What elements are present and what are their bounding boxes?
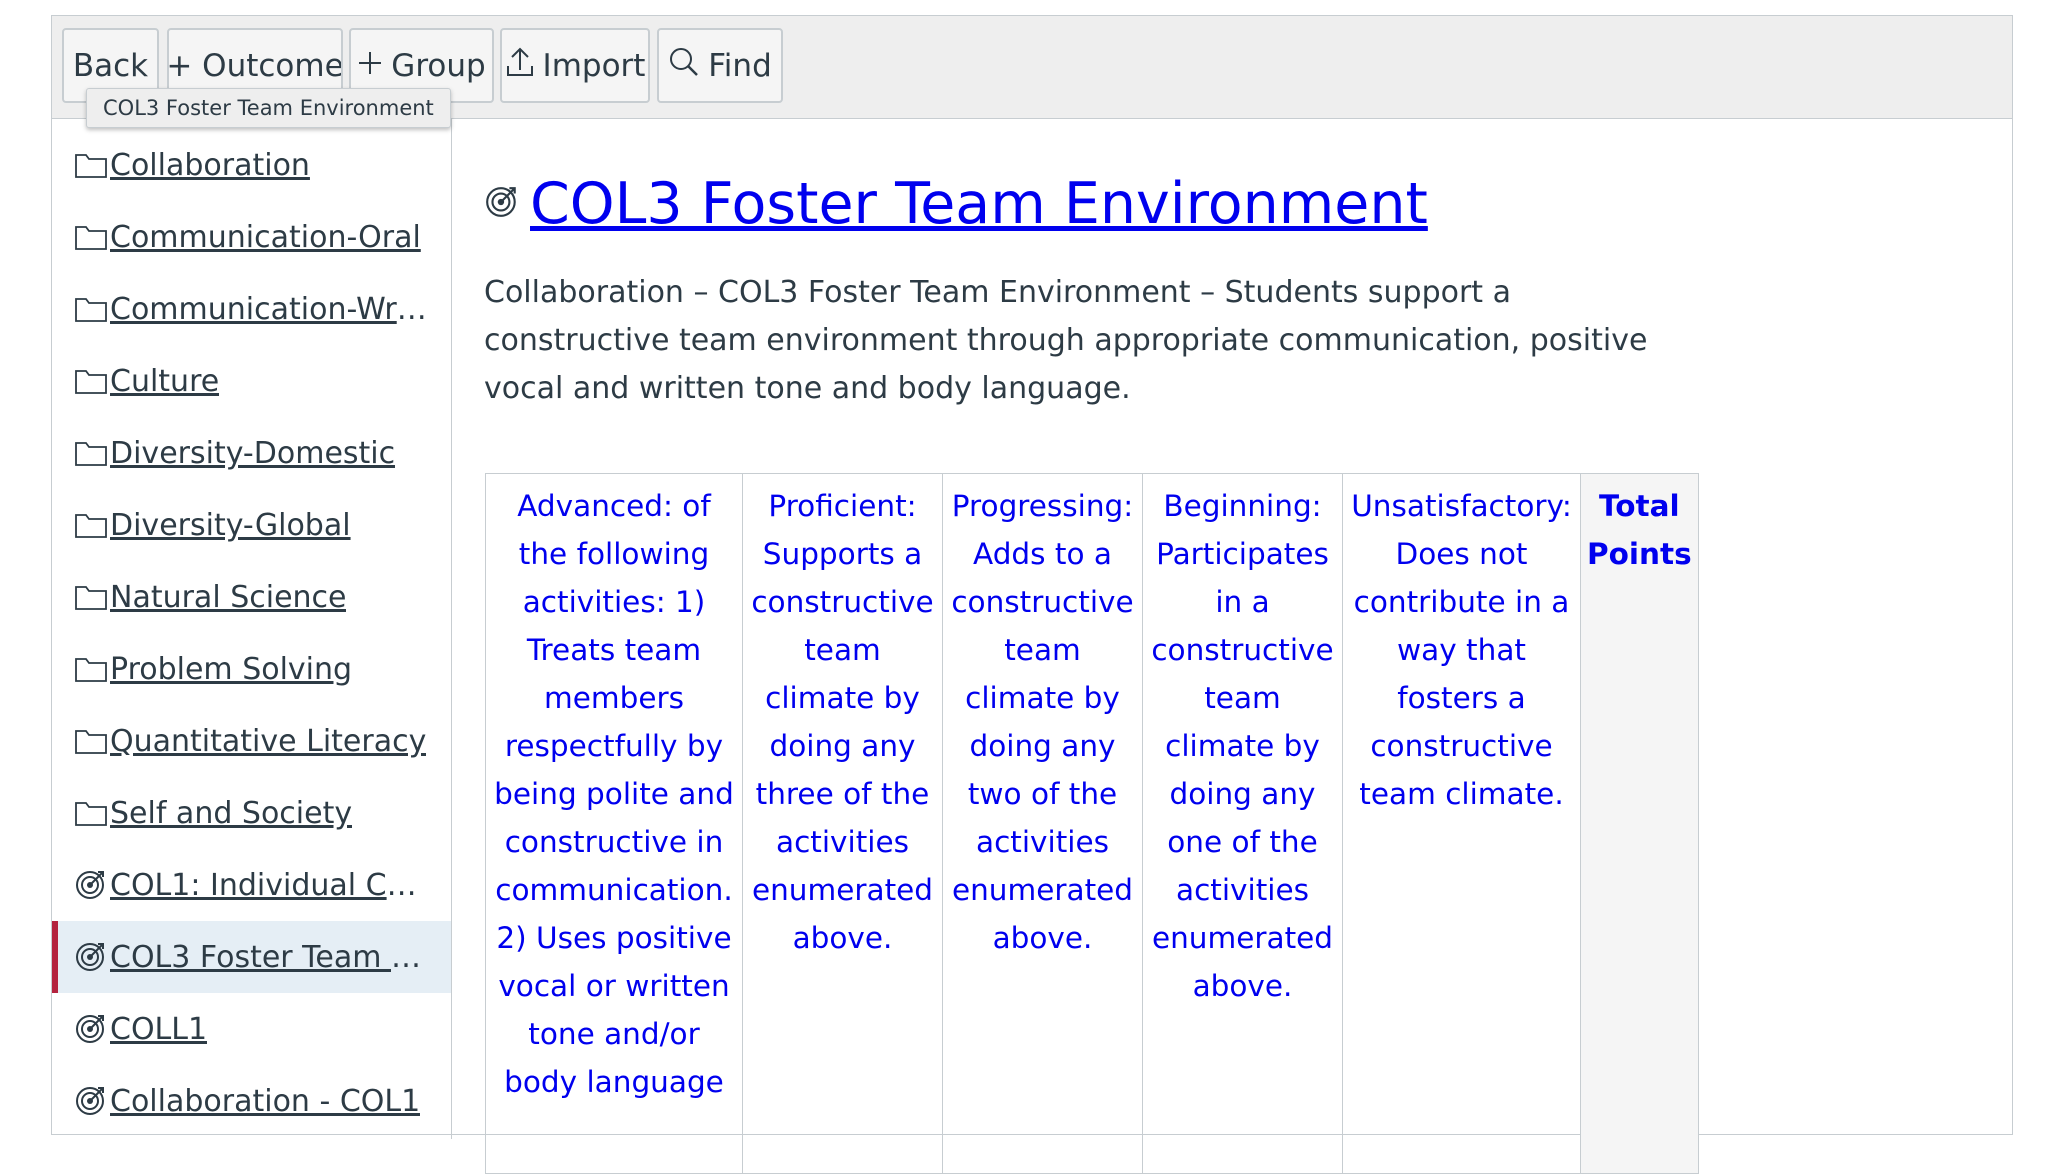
sidebar-item-coll1[interactable]: COLL1 <box>52 993 451 1065</box>
tooltip: COL3 Foster Team Environment <box>86 88 451 128</box>
folder-icon <box>74 151 108 179</box>
outcome-detail: COL3 Foster Team Environment Collaborati… <box>452 119 2012 1174</box>
sidebar-item-label: Diversity-Domestic <box>110 435 396 471</box>
folder-icon <box>74 439 108 467</box>
sidebar-item-diversity-domestic[interactable]: Diversity-Domestic <box>52 417 451 489</box>
import-button-label: Import <box>542 47 646 84</box>
outcome-title-row: COL3 Foster Team Environment <box>484 171 1428 237</box>
folder-icon <box>74 583 108 611</box>
folder-icon <box>74 295 108 323</box>
sidebar-item-quantitative-literacy[interactable]: Quantitative Literacy <box>52 705 451 777</box>
folder-icon <box>74 223 108 251</box>
find-button[interactable]: Find <box>657 28 783 103</box>
sidebar-item-label: Collaboration - COL1 <box>110 1083 421 1119</box>
sidebar-item-col1[interactable]: COL1: Individual Contributions <box>52 849 451 921</box>
upload-icon <box>505 46 535 86</box>
sidebar-item-label: COLL1 <box>110 1011 208 1047</box>
outcomes-manager: Back + Outcome Group Import Find Collabo… <box>51 15 2013 1174</box>
sidebar-item-label: COL1: Individual Contributions <box>110 867 430 903</box>
rubric-row: Advanced: of the following activities: 1… <box>485 473 1699 1174</box>
rubric-total-points: Total Points <box>1580 473 1699 1174</box>
sidebar-item-problem-solving[interactable]: Problem Solving <box>52 633 451 705</box>
outcome-target-icon <box>74 940 108 974</box>
folder-icon <box>74 727 108 755</box>
sidebar-item-collaboration-col1[interactable]: Collaboration - COL1 <box>52 1065 451 1137</box>
add-group-button-label: Group <box>391 47 486 84</box>
sidebar-item-collaboration[interactable]: Collaboration <box>52 129 451 201</box>
sidebar-item-label: Quantitative Literacy <box>110 723 427 759</box>
sidebar-item-label: Diversity-Global <box>110 507 351 543</box>
sidebar-item-diversity-global[interactable]: Diversity-Global <box>52 489 451 561</box>
rubric-table: Advanced: of the following activities: 1… <box>485 473 1699 1174</box>
outcome-title-link[interactable]: COL3 Foster Team Environment <box>530 171 1428 237</box>
sidebar-item-label: Natural Science <box>110 579 347 615</box>
sidebar-item-communication-written[interactable]: Communication-Written <box>52 273 451 345</box>
sidebar-item-label: Culture <box>110 363 220 399</box>
add-outcome-button-label: + Outcome <box>167 47 343 84</box>
sidebar-item-col3[interactable]: COL3 Foster Team Environment <box>52 921 451 993</box>
rubric-rating-progressing: Progressing: Adds to a constructive team… <box>942 473 1143 1174</box>
sidebar-item-label: Collaboration <box>110 147 310 183</box>
sidebar-item-label: COL3 Foster Team Environment <box>110 939 430 975</box>
outcome-target-icon <box>484 184 520 224</box>
outcome-sidebar: Collaboration Communication-Oral Communi… <box>52 119 452 1139</box>
import-button[interactable]: Import <box>500 28 650 103</box>
sidebar-item-label: Self and Society <box>110 795 353 831</box>
rubric-rating-beginning: Beginning: Participates in a constructiv… <box>1142 473 1343 1174</box>
sidebar-item-label: Communication-Written <box>110 291 430 327</box>
sidebar-item-label: Communication-Oral <box>110 219 421 255</box>
folder-icon <box>74 655 108 683</box>
rubric-rating-proficient: Proficient: Supports a constructive team… <box>742 473 943 1174</box>
sidebar-item-communication-oral[interactable]: Communication-Oral <box>52 201 451 273</box>
sidebar-item-label: Problem Solving <box>110 651 353 687</box>
search-icon <box>668 46 700 86</box>
sidebar-item-self-and-society[interactable]: Self and Society <box>52 777 451 849</box>
find-button-label: Find <box>708 47 772 84</box>
outcome-target-icon <box>74 1012 108 1046</box>
rubric-rating-advanced: Advanced: of the following activities: 1… <box>485 473 743 1174</box>
rubric-rating-unsatisfactory: Unsatisfactory: Does not contribute in a… <box>1342 473 1581 1174</box>
folder-icon <box>74 511 108 539</box>
folder-icon <box>74 367 108 395</box>
folder-icon <box>74 799 108 827</box>
outcome-description: Collaboration – COL3 Foster Team Environ… <box>484 275 1648 406</box>
back-button-label: Back <box>72 47 149 84</box>
plus-icon <box>357 48 383 84</box>
sidebar-item-culture[interactable]: Culture <box>52 345 451 417</box>
outcome-target-icon <box>74 1084 108 1118</box>
outcome-target-icon <box>74 868 108 902</box>
sidebar-item-natural-science[interactable]: Natural Science <box>52 561 451 633</box>
